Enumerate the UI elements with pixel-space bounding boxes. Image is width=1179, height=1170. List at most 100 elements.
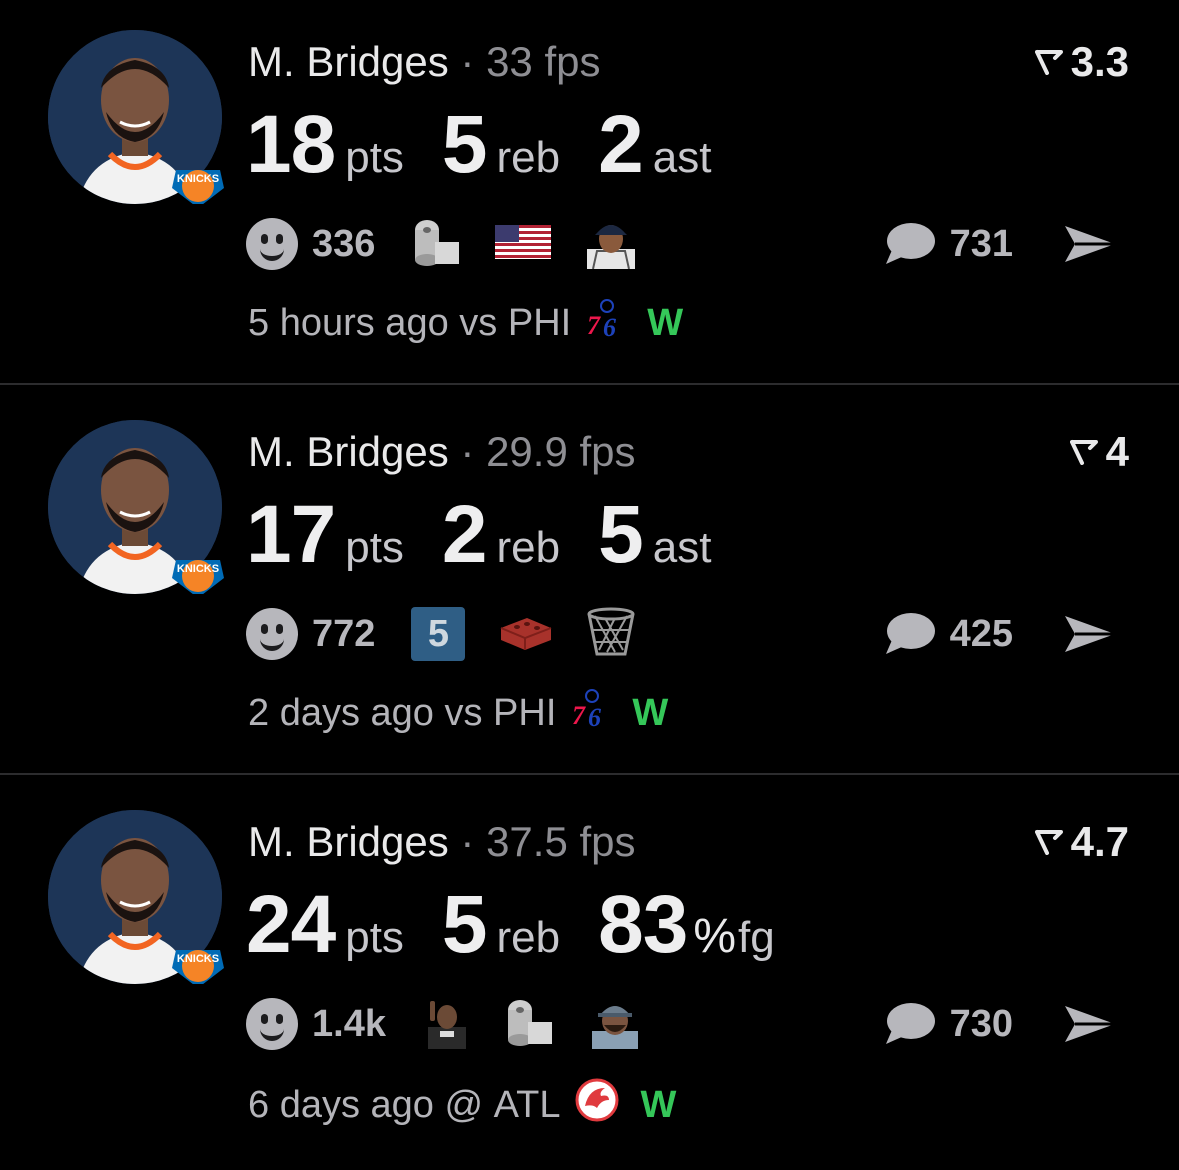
post-title[interactable]: M. Bridges · 37.5 fps — [248, 818, 636, 866]
svg-text:7: 7 — [572, 701, 586, 728]
game-result: W — [632, 691, 669, 734]
game-info[interactable]: 5 hours ago vs PHI 76 W — [248, 298, 683, 348]
player-name[interactable]: M. Bridges — [248, 38, 449, 85]
stat-value: 5 — [441, 879, 488, 970]
stat-value: 5 — [598, 489, 644, 580]
svg-text:7: 7 — [587, 311, 601, 338]
divider — [0, 383, 1179, 385]
smile-icon[interactable] — [246, 218, 298, 270]
rating[interactable]: 4.7 — [1034, 818, 1129, 866]
rating-value: 3.3 — [1070, 38, 1129, 85]
smile-icon[interactable] — [246, 998, 298, 1050]
stat-unit: pts — [345, 133, 404, 182]
comment-count: 731 — [949, 222, 1013, 265]
share-icon[interactable] — [1061, 612, 1119, 656]
stat-line: 24 pts 5 reb 83 % fg — [246, 878, 813, 972]
post-title[interactable]: M. Bridges · 33 fps — [248, 38, 601, 86]
svg-text:KNICKS: KNICKS — [177, 953, 219, 965]
opponent-abbr: PHI — [507, 301, 572, 344]
comments-bar[interactable]: 730 — [882, 994, 1119, 1054]
smile-icon[interactable] — [246, 608, 298, 660]
reaction-count: 772 — [312, 612, 376, 655]
svg-text:KNICKS: KNICKS — [177, 563, 219, 575]
stat-unit: fg — [738, 913, 775, 962]
reactions-bar[interactable]: 336 — [246, 214, 671, 274]
sixers-logo-icon: 76 — [585, 298, 625, 348]
opponent-prefix: vs — [444, 691, 483, 734]
game-result: W — [640, 1083, 677, 1126]
rating[interactable]: 4 — [1069, 428, 1129, 476]
svg-text:6: 6 — [588, 703, 601, 728]
comments-bar[interactable]: 425 — [882, 604, 1119, 664]
toilet-paper-icon[interactable] — [411, 216, 463, 273]
stat-line: 18 pts 5 reb 2 ast — [246, 98, 749, 192]
opponent-prefix: @ — [444, 1083, 484, 1126]
share-icon[interactable] — [1061, 1002, 1119, 1046]
comment-count: 730 — [949, 1002, 1013, 1045]
reaction-count: 336 — [312, 222, 376, 265]
opponent-abbr: PHI — [493, 691, 557, 734]
game-info[interactable]: 6 days ago @ ATL W — [248, 1078, 676, 1132]
reactions-bar[interactable]: 772 5 — [246, 604, 669, 664]
game-result: W — [647, 301, 684, 344]
time-ago: 6 days ago — [248, 1083, 434, 1126]
player-avatar[interactable]: KNICKS — [48, 810, 224, 984]
player-shush-icon[interactable] — [422, 995, 472, 1054]
game-info[interactable]: 2 days ago vs PHI 76 W — [248, 688, 668, 738]
basketball-net-icon[interactable] — [585, 606, 637, 663]
player-name[interactable]: M. Bridges — [248, 818, 449, 865]
comment-count: 425 — [949, 612, 1013, 655]
share-icon[interactable] — [1061, 222, 1119, 266]
stat-unit: pts — [345, 913, 404, 962]
reactions-bar[interactable]: 1.4k — [246, 994, 674, 1054]
comment-bubble-icon[interactable] — [882, 220, 936, 268]
stat-value: 18 — [246, 99, 336, 190]
stat-unit: pts — [345, 523, 404, 572]
rating-value: 4.7 — [1070, 818, 1129, 865]
stat-rebounds: 5 reb — [442, 878, 560, 972]
comment-bubble-icon[interactable] — [882, 610, 936, 658]
stat-unit: reb — [496, 913, 561, 962]
opponent-abbr: ATL — [493, 1083, 561, 1126]
stat-value: 83 — [598, 879, 688, 970]
stat-assists: 5 ast — [598, 488, 711, 582]
time-ago: 2 days ago — [248, 691, 434, 734]
rating-icon — [1034, 50, 1063, 75]
player-avatar[interactable]: KNICKS — [48, 420, 224, 594]
stat-points: 17 pts — [246, 488, 404, 582]
player-cap-icon[interactable] — [588, 995, 642, 1054]
stat-points: 24 pts — [246, 878, 404, 972]
fantasy-points: 29.9 fps — [486, 428, 636, 475]
stat-assists: 2 ast — [598, 98, 711, 192]
post-card[interactable]: KNICKS M. Bridges · 33 fps 3.3 18 pts 5 … — [0, 0, 1179, 390]
svg-text:KNICKS: KNICKS — [177, 173, 219, 185]
stat-value: 5 — [441, 99, 488, 190]
yankees-player-icon[interactable] — [583, 215, 639, 274]
post-title[interactable]: M. Bridges · 29.9 fps — [248, 428, 636, 476]
rating[interactable]: 3.3 — [1034, 38, 1129, 86]
sixers-logo-icon: 76 — [570, 688, 610, 738]
stat-points: 18 pts — [246, 98, 404, 192]
keycap-5-icon[interactable]: 5 — [411, 607, 466, 661]
hawks-logo-icon — [575, 1078, 619, 1132]
player-avatar[interactable]: KNICKS — [48, 30, 224, 204]
fantasy-points: 33 fps — [486, 38, 601, 85]
brick-icon[interactable] — [497, 610, 553, 659]
post-card[interactable]: KNICKS M. Bridges · 29.9 fps 4 17 pts 2 … — [0, 390, 1179, 780]
reaction-count: 1.4k — [312, 1002, 386, 1045]
stat-fg-pct: 83 % fg — [598, 878, 775, 972]
comments-bar[interactable]: 731 — [882, 214, 1119, 274]
post-card[interactable]: KNICKS M. Bridges · 37.5 fps 4.7 24 pts … — [0, 780, 1179, 1170]
us-flag-icon[interactable] — [495, 224, 552, 264]
opponent-prefix: vs — [459, 301, 498, 344]
svg-text:6: 6 — [603, 313, 616, 338]
stat-pct-sign: % — [693, 910, 737, 963]
stat-unit: ast — [652, 133, 712, 182]
separator: · — [460, 818, 475, 865]
comment-bubble-icon[interactable] — [882, 1000, 936, 1048]
toilet-paper-icon[interactable] — [504, 996, 556, 1053]
separator: · — [460, 38, 475, 85]
player-name[interactable]: M. Bridges — [248, 428, 449, 475]
time-ago: 5 hours ago — [248, 301, 449, 344]
rating-icon — [1069, 440, 1098, 465]
